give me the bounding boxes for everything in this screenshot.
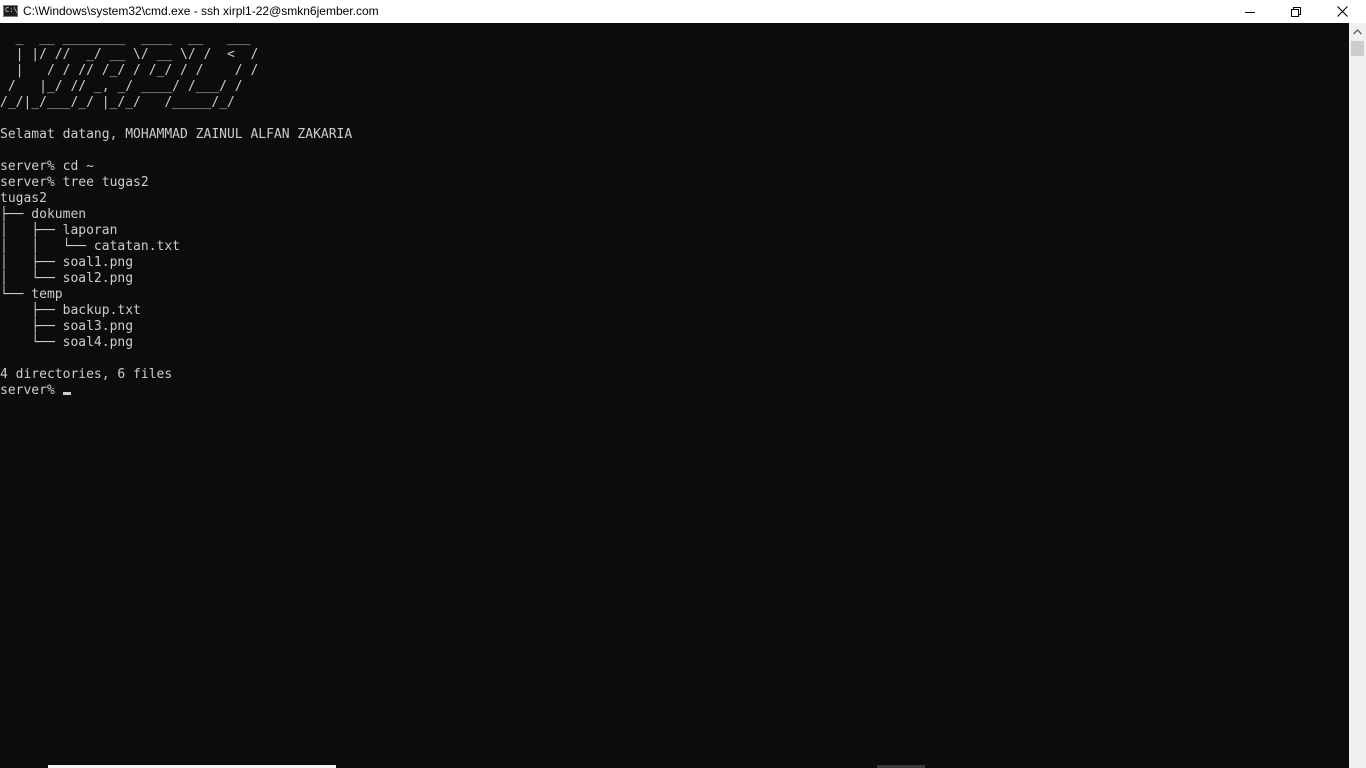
cmd-window: C:\ C:\Windows\system32\cmd.exe - ssh xi… [0,0,1366,768]
window-title: C:\Windows\system32\cmd.exe - ssh xirpl1… [23,4,379,18]
minimize-icon [1245,11,1255,13]
vertical-scrollbar[interactable] [1349,23,1366,768]
tree-summary: 4 directories, 6 files [0,367,173,382]
tree-line: ├── backup.txt [0,303,141,318]
tree-line: └── temp [0,287,63,302]
command-line: server% tree tugas2 [0,175,149,190]
tree-line: │ │ └── catatan.txt [0,239,181,254]
command-line: server% cd ~ [0,159,94,174]
close-icon [1336,6,1348,17]
scroll-up-button[interactable] [1349,23,1366,40]
welcome-message: Selamat datang, MOHAMMAD ZAINUL ALFAN ZA… [0,127,353,142]
terminal-line: /_/|_/___/_/ |_/_/ /_____/_/ [0,95,235,110]
text-cursor [62,392,71,395]
tree-line: │ ├── laporan [0,223,118,238]
scroll-up-arrow-icon [1353,28,1362,34]
terminal-line: | |/ // _/ __ \/ __ \/ / < / [0,47,259,62]
prompt-line[interactable]: server% [0,383,352,399]
tree-line: ├── soal3.png [0,319,134,334]
title-bar[interactable]: C:\ C:\Windows\system32\cmd.exe - ssh xi… [0,0,1366,23]
minimize-button[interactable] [1227,0,1273,23]
tree-line: tugas2 [0,191,47,206]
close-button[interactable] [1319,0,1365,23]
scroll-thumb[interactable] [1351,41,1364,56]
terminal-line: _ __ ________ ____ __ ___ [0,31,251,46]
terminal-output[interactable]: _ __ ________ ____ __ ___ | |/ // _/ __ … [0,23,1349,768]
restore-icon [1291,6,1301,17]
terminal-text: _ __ ________ ____ __ ___ | |/ // _/ __ … [0,31,352,399]
terminal-line: / |_/ // _, _/ ____/ /___/ / [0,79,243,94]
shell-prompt: server% [0,383,63,398]
tree-line: ├── dokumen [0,207,87,222]
tree-line: │ ├── soal1.png [0,255,134,270]
cmd-console-icon[interactable]: C:\ [3,5,18,17]
restore-button[interactable] [1273,0,1319,23]
tree-line: │ └── soal2.png [0,271,134,286]
tree-line: └── soal4.png [0,335,134,350]
terminal-line: | / / // /_/ / /_/ / / / / [0,63,259,78]
